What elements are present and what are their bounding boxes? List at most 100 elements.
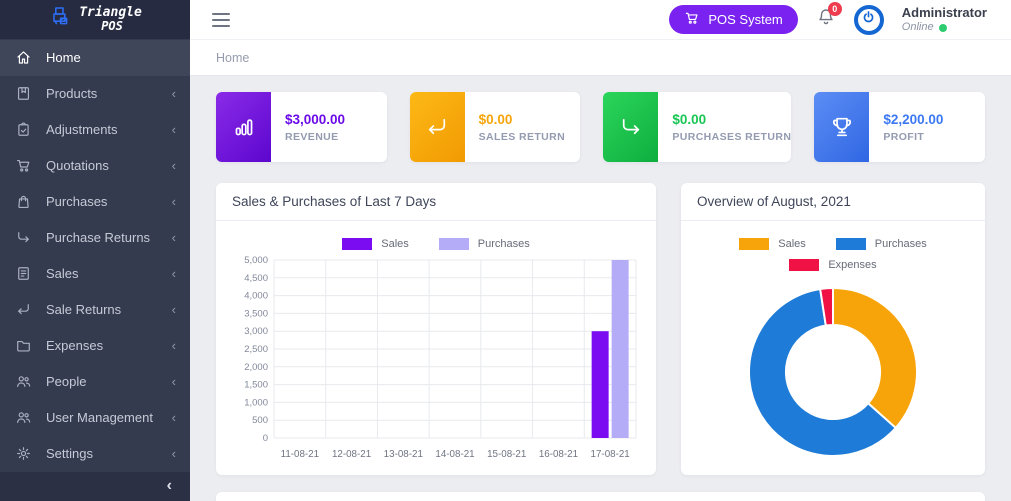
- sidebar-item-people[interactable]: People ‹: [0, 364, 190, 400]
- stat-card-purchases-return: $0.00 PURCHASES RETURN: [603, 92, 791, 162]
- printer-pos-icon: [48, 5, 72, 34]
- legend-item-sales[interactable]: Sales: [342, 238, 409, 250]
- stat-label: PURCHASES RETURN: [672, 131, 791, 143]
- sidebar-item-purchase-returns[interactable]: Purchase Returns ‹: [0, 220, 190, 256]
- stat-icon-block: [814, 92, 869, 162]
- sidebar-item-label: Sales: [46, 266, 79, 281]
- svg-text:15-08-21: 15-08-21: [487, 449, 526, 460]
- logo-line2: POS: [79, 20, 142, 33]
- stat-text: $3,000.00REVENUE: [271, 92, 345, 162]
- svg-text:1,500: 1,500: [244, 380, 268, 391]
- stat-label: REVENUE: [285, 131, 345, 143]
- legend-swatch: [342, 238, 372, 250]
- chevron-left-icon: ‹: [172, 338, 176, 353]
- breadcrumb: Home: [190, 40, 1011, 76]
- purchases-bag-icon: [15, 193, 32, 210]
- chevron-left-icon: ‹: [172, 374, 176, 389]
- donut-chart-card: Overview of August, 2021 Sales Purchases E…: [681, 183, 985, 475]
- legend-item-purchases[interactable]: Purchases: [836, 238, 927, 250]
- notification-badge: 0: [828, 2, 842, 16]
- products-icon: [15, 85, 32, 102]
- sidebar-item-label: Expenses: [46, 338, 103, 353]
- sidebar-item-products[interactable]: Products‹: [0, 76, 190, 112]
- donut-chart-title: Overview of August, 2021: [681, 183, 985, 221]
- notifications-button[interactable]: 0: [816, 7, 836, 32]
- sidebar-item-home[interactable]: Home: [0, 40, 190, 76]
- donut-chart-legend: Sales Purchases Expenses: [708, 238, 958, 271]
- stat-label: PROFIT: [883, 131, 943, 143]
- stat-text: $0.00 PURCHASES RETURN: [658, 92, 791, 162]
- svg-text:17-08-21: 17-08-21: [591, 449, 630, 460]
- chevron-left-icon: ‹: [172, 158, 176, 173]
- trophy-icon: [829, 114, 855, 140]
- sidebar-item-label: Adjustments: [46, 122, 118, 137]
- sidebar-item-label: People: [46, 374, 86, 389]
- legend-item-expenses[interactable]: Expenses: [789, 259, 876, 271]
- sidebar-item-expenses[interactable]: Expenses ‹: [0, 328, 190, 364]
- stat-value: $2,200.00: [883, 112, 943, 127]
- legend-item-purchases[interactable]: Purchases: [439, 238, 530, 250]
- bar-chart-body: SalesPurchases 05001,0001,5002,0002,5003…: [216, 221, 656, 474]
- breadcrumb-home[interactable]: Home: [216, 51, 249, 65]
- corner-down-left-icon: [424, 114, 450, 140]
- chevron-left-icon: ‹: [172, 230, 176, 245]
- bar-chart-title: Sales & Purchases of Last 7 Days: [216, 183, 656, 221]
- legend-label: Purchases: [875, 238, 927, 250]
- chevron-left-icon: ‹: [172, 122, 176, 137]
- sidebar-collapse-button[interactable]: ‹: [0, 472, 190, 501]
- donut-chart-body: Sales Purchases Expenses: [681, 221, 985, 475]
- power-icon: [861, 10, 876, 30]
- legend-swatch: [739, 238, 769, 250]
- sidebar-item-sales[interactable]: Sales‹: [0, 256, 190, 292]
- legend-swatch: [836, 238, 866, 250]
- bottom-card: [216, 492, 985, 501]
- pos-system-button[interactable]: POS System: [669, 5, 797, 34]
- stat-icon-block: [603, 92, 658, 162]
- user-name: Administrator: [902, 5, 987, 21]
- sidebar-item-adjustments[interactable]: Adjustments ‹: [0, 112, 190, 148]
- sales-journal-icon: [15, 265, 32, 282]
- sidebar-item-label: Purchase Returns: [46, 230, 150, 245]
- sidebar-item-label: Settings: [46, 446, 93, 461]
- svg-text:3,000: 3,000: [244, 326, 268, 337]
- sidebar-item-quotations[interactable]: Quotations‹: [0, 148, 190, 184]
- bar-chart-legend: Sales Purchases: [226, 238, 646, 250]
- sidebar-item-purchases[interactable]: Purchases‹: [0, 184, 190, 220]
- app-logo[interactable]: Triangle POS: [0, 0, 190, 39]
- legend-swatch: [789, 259, 819, 271]
- user-info[interactable]: Administrator Online: [902, 5, 987, 35]
- svg-text:14-08-21: 14-08-21: [435, 449, 474, 460]
- legend-swatch: [439, 238, 469, 250]
- svg-text:16-08-21: 16-08-21: [539, 449, 578, 460]
- corner-down-right-icon: [618, 114, 644, 140]
- chevron-left-icon: ‹: [167, 477, 172, 495]
- svg-text:5,000: 5,000: [244, 255, 268, 266]
- user-avatar[interactable]: [854, 5, 884, 35]
- main-column: POS System 0 Administrator Online: [190, 0, 1011, 501]
- donut-chart: [740, 279, 926, 465]
- sidebar-item-label: Sale Returns: [46, 302, 121, 317]
- sidebar-item-settings[interactable]: Settings‹: [0, 436, 190, 472]
- logo-line1: Triangle: [79, 6, 142, 20]
- legend-label: Sales: [381, 238, 409, 250]
- corner-down-left-icon: [15, 301, 32, 318]
- svg-text:4,500: 4,500: [244, 273, 268, 284]
- donut-segment-sales[interactable]: [833, 288, 917, 428]
- bar-chart-card: Sales & Purchases of Last 7 Days Sales Pu…: [216, 183, 656, 475]
- sidebar-item-label: Purchases: [46, 194, 107, 209]
- stat-value: $0.00: [479, 112, 565, 127]
- settings-gear-icon: [15, 445, 32, 462]
- stat-card-revenue: $3,000.00REVENUE: [216, 92, 387, 162]
- bell-icon: [816, 14, 836, 31]
- svg-text:500: 500: [252, 415, 268, 426]
- stat-value: $0.00: [672, 112, 791, 127]
- svg-text:2,500: 2,500: [244, 344, 268, 355]
- logo-text: Triangle POS: [79, 6, 142, 32]
- sidebar-item-sale-returns[interactable]: Sale Returns‹: [0, 292, 190, 328]
- home-icon: [15, 49, 32, 66]
- hamburger-menu-icon[interactable]: [212, 13, 230, 27]
- sidebar-item-user-management[interactable]: User Management‹: [0, 400, 190, 436]
- svg-text:11-08-21: 11-08-21: [281, 449, 320, 460]
- legend-item-sales[interactable]: Sales: [739, 238, 806, 250]
- legend-label: Expenses: [828, 259, 876, 271]
